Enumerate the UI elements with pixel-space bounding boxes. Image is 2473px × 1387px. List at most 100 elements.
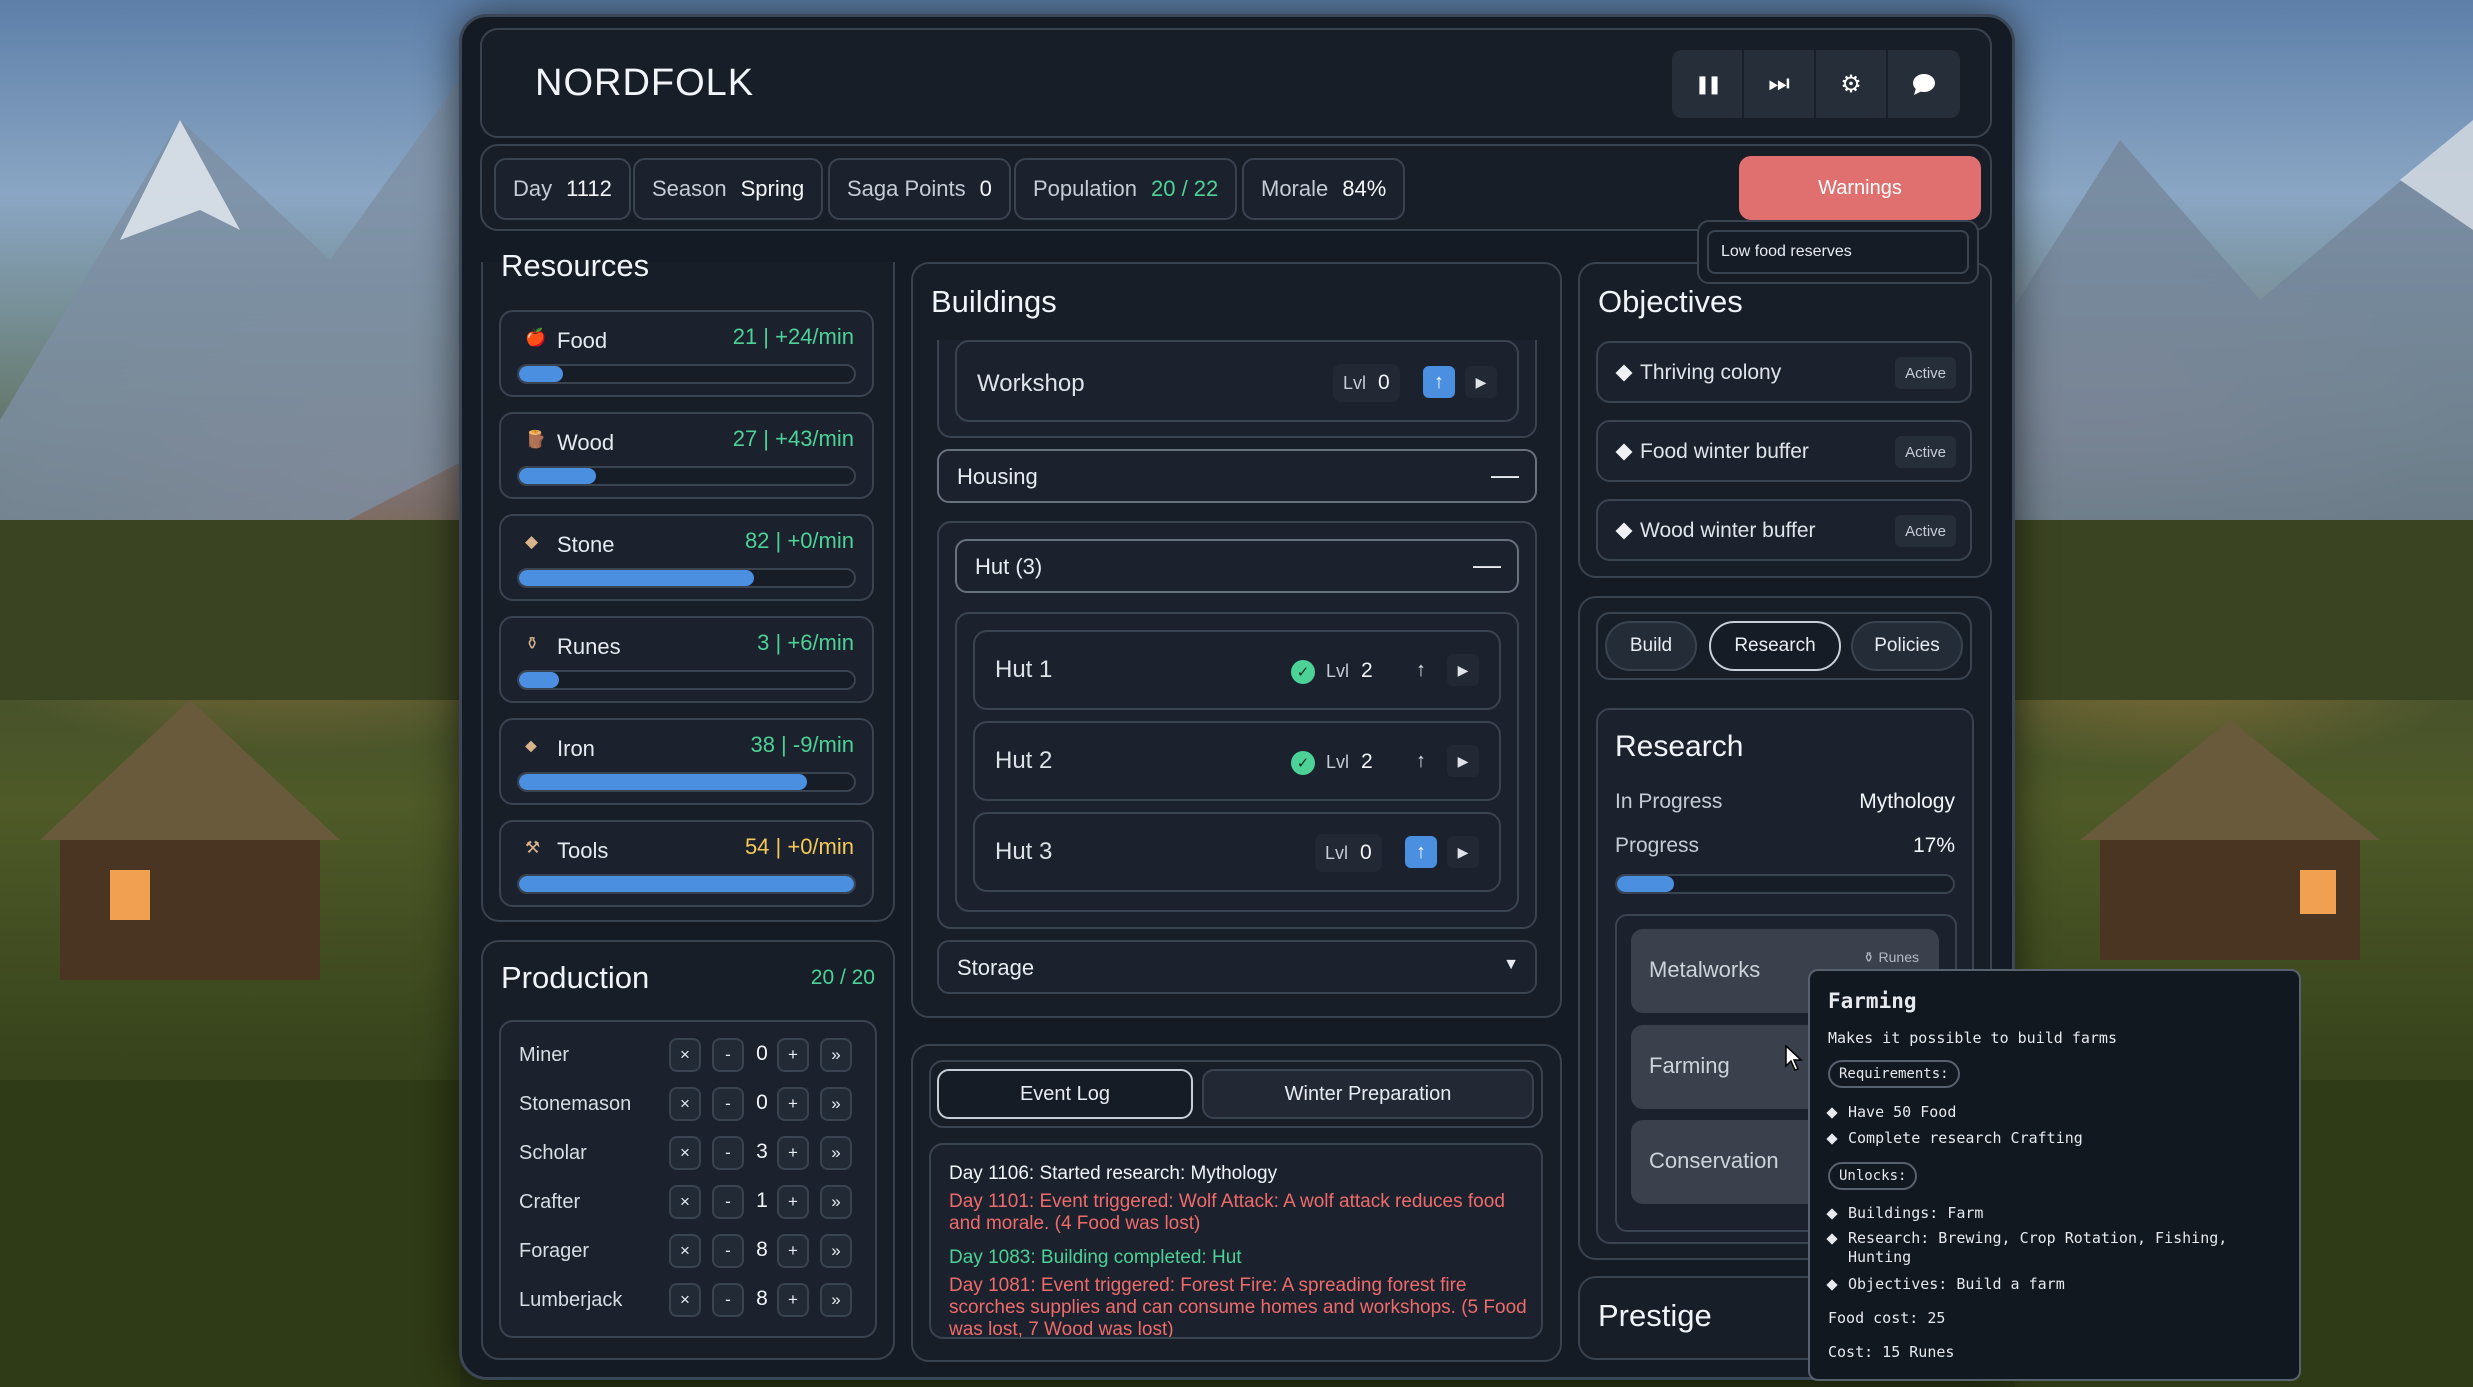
mouse-cursor-icon	[1785, 1045, 1803, 1071]
hut-row[interactable]: Hut 2 ✓ Lvl 2 ↑ ▶	[973, 721, 1501, 801]
clear-button[interactable]: ×	[669, 1283, 701, 1317]
max-button[interactable]: »	[820, 1283, 852, 1317]
hut-row[interactable]: Hut 3 Lvl 0 ↑ ▶	[973, 812, 1501, 892]
stat-label: Population	[1033, 176, 1137, 201]
building-name: Hut 2	[995, 747, 1053, 774]
tooltip-cost: Cost: 15 Runes	[1828, 1343, 1955, 1361]
tab-policies[interactable]: Policies	[1851, 621, 1963, 671]
resource-value: 54 | +0/min	[744, 834, 854, 859]
chat-bubble-icon	[1913, 74, 1935, 95]
production-row-lumberjack: Lumberjack × -8 + »	[519, 1281, 859, 1321]
event-log[interactable]: Day 1106: Started research: Mythology Da…	[929, 1143, 1543, 1339]
upgrade-button[interactable]: ↑	[1405, 836, 1437, 868]
max-button[interactable]: »	[820, 1185, 852, 1219]
title-bar: NORDFOLK ❚❚ ⏭ ⚙	[480, 28, 1992, 138]
upgrade-button[interactable]: ↑	[1405, 654, 1437, 686]
stat-season: Season Spring	[633, 158, 824, 220]
storage-toggle[interactable]: Storage ▼	[937, 940, 1537, 994]
resource-bar-fill	[519, 570, 754, 586]
housing-toggle[interactable]: Housing —	[937, 449, 1537, 503]
resource-iron[interactable]: ⬥ Iron 38 | -9/min	[499, 718, 874, 805]
resource-stone[interactable]: ◆ Stone 82 | +0/min	[499, 514, 874, 601]
level-label: Lvl	[1343, 372, 1367, 393]
max-button[interactable]: »	[820, 1234, 852, 1268]
pause-button[interactable]: ❚❚	[1672, 50, 1744, 118]
level-display: Lvl 0	[1315, 834, 1382, 872]
expand-button[interactable]: ▶	[1447, 654, 1479, 686]
resource-runes[interactable]: ⚱ Runes 3 | +6/min	[499, 616, 874, 703]
objective-name: Thriving colony	[1640, 361, 1782, 384]
tooltip-food-cost: Food cost: 25	[1828, 1309, 1946, 1327]
increment-button[interactable]: +	[777, 1087, 809, 1121]
objective-name: Wood winter buffer	[1640, 519, 1816, 542]
warnings-button[interactable]: Warnings	[1739, 156, 1981, 220]
tab-winter-preparation[interactable]: Winter Preparation	[1202, 1069, 1534, 1119]
resource-wood[interactable]: 🪵 Wood 27 | +43/min	[499, 412, 874, 499]
clear-button[interactable]: ×	[669, 1136, 701, 1170]
objective-item[interactable]: Wood winter buffer Active	[1596, 499, 1972, 561]
stat-day: Day 1112	[494, 158, 631, 220]
resource-bar	[517, 772, 856, 792]
max-button[interactable]: »	[820, 1087, 852, 1121]
decrement-button[interactable]: -	[712, 1038, 744, 1072]
expand-button[interactable]: ▶	[1447, 745, 1479, 777]
upgrade-button[interactable]: ↑	[1405, 745, 1437, 777]
stat-morale: Morale 84%	[1242, 158, 1406, 220]
fast-forward-button[interactable]: ⏭	[1744, 50, 1816, 118]
warning-item[interactable]: Low food reserves	[1707, 230, 1969, 274]
resource-tools[interactable]: ⚒ Tools 54 | +0/min	[499, 820, 874, 907]
decrement-button[interactable]: -	[712, 1234, 744, 1268]
in-progress-label: In Progress	[1615, 790, 1723, 813]
collapse-icon: —	[1491, 459, 1519, 490]
settings-button[interactable]: ⚙	[1816, 50, 1888, 118]
hut-group-toggle[interactable]: Hut (3) —	[955, 539, 1519, 593]
worker-count: 8	[756, 1287, 768, 1310]
stat-value: 1112	[566, 176, 612, 201]
decrement-button[interactable]: -	[712, 1283, 744, 1317]
clear-button[interactable]: ×	[669, 1038, 701, 1072]
caret-right-icon: ▶	[1457, 843, 1469, 860]
tab-research[interactable]: Research	[1709, 621, 1841, 671]
expand-button[interactable]: ▶	[1465, 366, 1497, 398]
chat-button[interactable]	[1888, 50, 1960, 118]
apple-icon: 🍎	[525, 328, 547, 347]
decrement-button[interactable]: -	[712, 1185, 744, 1219]
stone-icon: ◆	[525, 532, 539, 551]
decrement-button[interactable]: -	[712, 1087, 744, 1121]
research-cost-label: Runes	[1878, 949, 1919, 965]
unlock-item: Research: Brewing, Crop Rotation, Fishin…	[1828, 1229, 2288, 1267]
clear-button[interactable]: ×	[669, 1234, 701, 1268]
worker-count: 0	[756, 1042, 768, 1065]
resource-name: Tools	[557, 838, 609, 863]
resource-bar-fill	[519, 672, 560, 688]
objective-item[interactable]: Thriving colony Active	[1596, 341, 1972, 403]
increment-button[interactable]: +	[777, 1038, 809, 1072]
max-button[interactable]: »	[820, 1136, 852, 1170]
worker-count: 3	[756, 1140, 768, 1163]
stat-saga-points: Saga Points 0	[828, 158, 1011, 220]
arrow-up-icon: ↑	[1416, 749, 1426, 772]
hut-group-label: Hut (3)	[975, 554, 1043, 579]
increment-button[interactable]: +	[777, 1136, 809, 1170]
tab-event-log[interactable]: Event Log	[937, 1069, 1193, 1119]
max-button[interactable]: »	[820, 1038, 852, 1072]
increment-button[interactable]: +	[777, 1283, 809, 1317]
increment-button[interactable]: +	[777, 1234, 809, 1268]
hut-row[interactable]: Hut 1 ✓ Lvl 2 ↑ ▶	[973, 630, 1501, 710]
expand-button[interactable]: ▶	[1447, 836, 1479, 868]
worker-count: 8	[756, 1238, 768, 1261]
resource-value: 38 | -9/min	[750, 732, 854, 757]
clear-button[interactable]: ×	[669, 1087, 701, 1121]
tab-build[interactable]: Build	[1605, 621, 1697, 671]
increment-button[interactable]: +	[777, 1185, 809, 1219]
upgrade-button[interactable]: ↑	[1423, 366, 1455, 398]
workshop-row[interactable]: Workshop Lvl 0 ↑ ▶	[955, 340, 1519, 422]
resource-food[interactable]: 🍎 Food 21 | +24/min	[499, 310, 874, 397]
progress-label: Progress	[1615, 834, 1700, 857]
clear-button[interactable]: ×	[669, 1185, 701, 1219]
objective-item[interactable]: Food winter buffer Active	[1596, 420, 1972, 482]
level-label: Lvl	[1326, 751, 1350, 772]
buildings-title: Buildings	[931, 284, 1057, 319]
decrement-button[interactable]: -	[712, 1136, 744, 1170]
production-row-crafter: Crafter × -1 + »	[519, 1183, 859, 1223]
